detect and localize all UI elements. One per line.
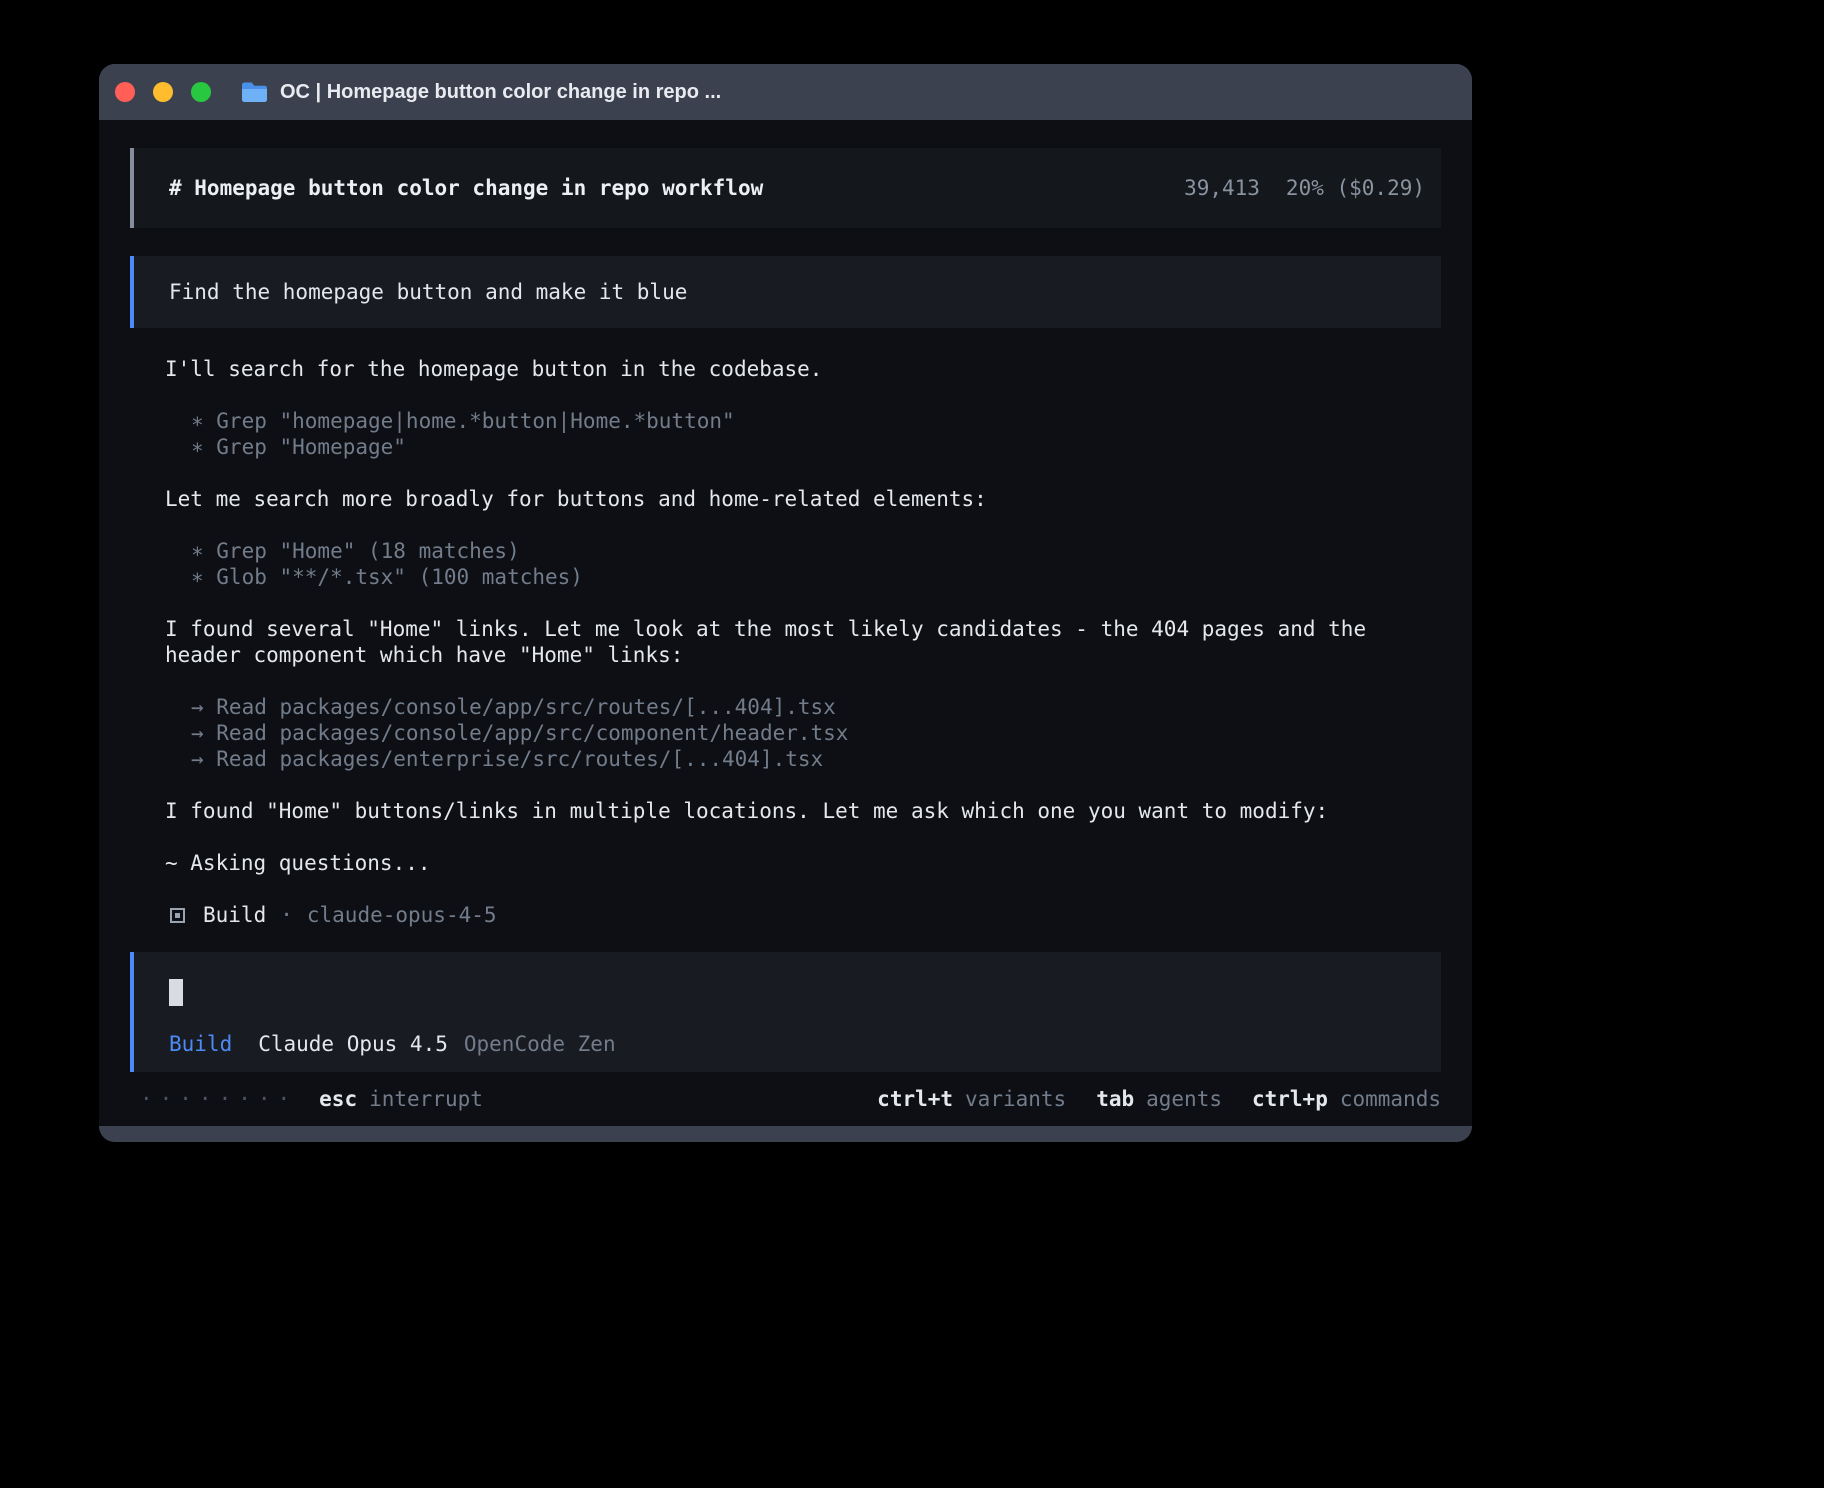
text-cursor: [169, 979, 183, 1006]
agent-name: Build: [203, 902, 266, 928]
close-button[interactable]: [115, 82, 135, 102]
agent-icon: [170, 908, 185, 923]
user-message-text: Find the homepage button and make it blu…: [169, 280, 687, 304]
prompt-input[interactable]: Build Claude Opus 4.5 OpenCode Zen: [130, 952, 1441, 1072]
tool-call-glob: ∗ Glob "**/*.tsx" (100 matches): [130, 564, 1441, 590]
tool-call-grep: ∗ Grep "Home" (18 matches): [130, 538, 1441, 564]
input-agent-label: Build: [169, 1031, 232, 1057]
terminal-window: OC | Homepage button color change in rep…: [99, 64, 1472, 1142]
assistant-text: I found several "Home" links. Let me loo…: [130, 616, 1441, 668]
assistant-status-text: ~ Asking questions...: [130, 850, 1441, 876]
folder-icon: [241, 81, 268, 103]
shortcut-label: commands: [1340, 1087, 1441, 1111]
status-bar-left: ········ esc interrupt: [130, 1087, 483, 1111]
terminal-content: # Homepage button color change in repo w…: [99, 120, 1472, 1126]
shortcut-variants: ctrl+t variants: [877, 1087, 1066, 1111]
zoom-button[interactable]: [191, 82, 211, 102]
assistant-text: I'll search for the homepage button in t…: [130, 356, 1441, 382]
session-title: # Homepage button color change in repo w…: [169, 176, 763, 200]
context-cost: 20% ($0.29): [1286, 176, 1425, 200]
separator-dot: ·: [280, 902, 293, 928]
shortcut-key: ctrl+t: [877, 1087, 953, 1111]
session-stats: 39,413 20% ($0.29): [1184, 176, 1425, 200]
shortcut-label: variants: [965, 1087, 1066, 1111]
status-bar: ········ esc interrupt ctrl+t variants t…: [130, 1072, 1441, 1126]
tool-call-read: → Read packages/enterprise/src/routes/[.…: [130, 746, 1441, 772]
window-bottom-edge: [99, 1126, 1472, 1142]
status-bar-right: ctrl+t variants tab agents ctrl+p comman…: [877, 1087, 1441, 1111]
session-header: # Homepage button color change in repo w…: [130, 148, 1441, 228]
shortcut-commands: ctrl+p commands: [1252, 1087, 1441, 1111]
tool-call-read: → Read packages/console/app/src/componen…: [130, 720, 1441, 746]
esc-key-label: interrupt: [369, 1087, 483, 1111]
esc-key-hint: esc: [319, 1087, 357, 1111]
input-meta: Build Claude Opus 4.5 OpenCode Zen: [169, 1031, 1406, 1057]
user-message: Find the homepage button and make it blu…: [130, 256, 1441, 328]
agent-model: claude-opus-4-5: [307, 902, 497, 928]
input-provider-label: OpenCode Zen: [464, 1031, 616, 1057]
assistant-text: Let me search more broadly for buttons a…: [130, 486, 1441, 512]
conversation: I'll search for the homepage button in t…: [130, 356, 1441, 928]
window-title: OC | Homepage button color change in rep…: [280, 81, 721, 104]
tool-call-grep: ∗ Grep "Homepage": [130, 434, 1441, 460]
minimize-button[interactable]: [153, 82, 173, 102]
agent-status-row: Build · claude-opus-4-5: [130, 902, 1441, 928]
shortcut-label: agents: [1146, 1087, 1222, 1111]
token-count: 39,413: [1184, 176, 1260, 200]
window-titlebar[interactable]: OC | Homepage button color change in rep…: [99, 64, 1472, 120]
shortcut-key: ctrl+p: [1252, 1087, 1328, 1111]
shortcut-agents: tab agents: [1096, 1087, 1222, 1111]
spinner-dots: ········: [140, 1087, 297, 1111]
traffic-lights: [115, 82, 211, 102]
assistant-text: I found "Home" buttons/links in multiple…: [130, 798, 1441, 824]
tool-call-read: → Read packages/console/app/src/routes/[…: [130, 694, 1441, 720]
shortcut-key: tab: [1096, 1087, 1134, 1111]
tool-call-grep: ∗ Grep "homepage|home.*button|Home.*butt…: [130, 408, 1441, 434]
input-model-label: Claude Opus 4.5: [258, 1031, 448, 1057]
